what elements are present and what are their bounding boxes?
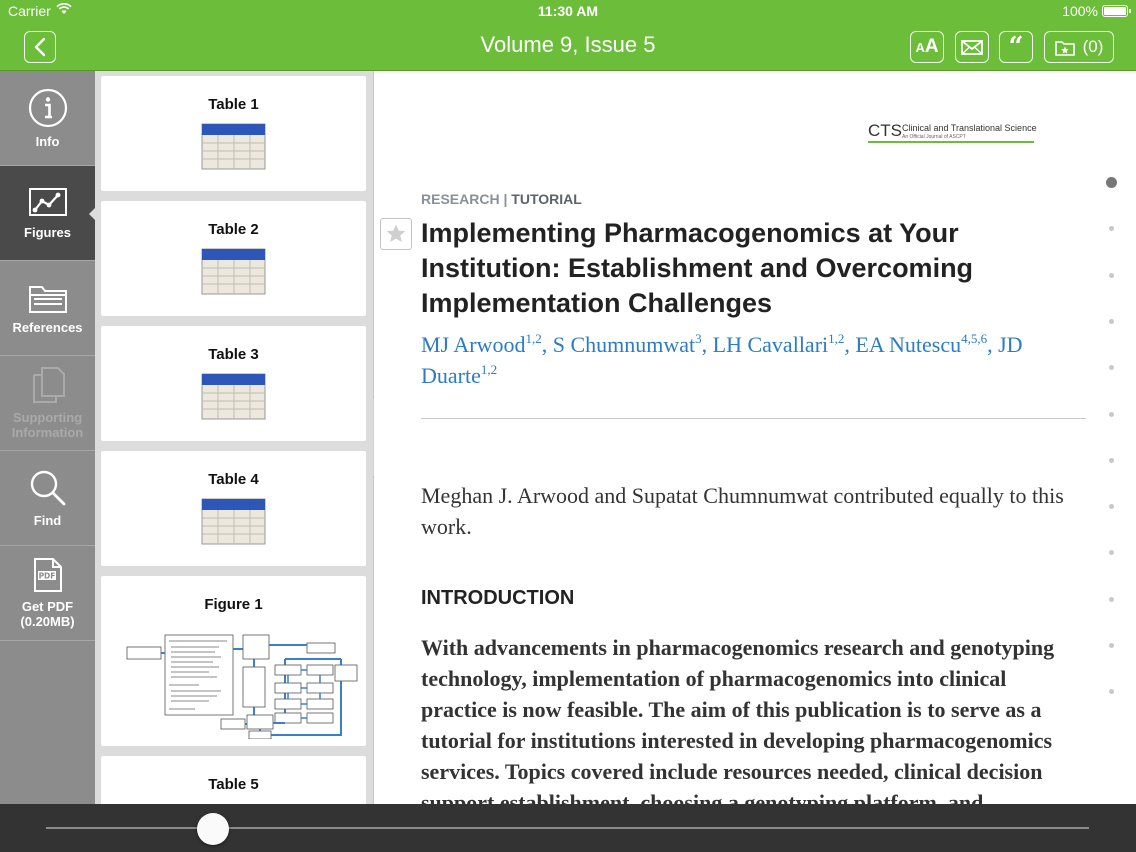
mail-icon (961, 39, 983, 55)
page-indicator[interactable] (1106, 177, 1118, 697)
page-dot[interactable] (1109, 411, 1114, 417)
page-slider-thumb[interactable] (196, 813, 229, 845)
article-title: Implementing Pharmacogenomics at Your In… (421, 218, 974, 318)
page-dot[interactable] (1109, 504, 1114, 510)
chart-icon (28, 187, 67, 216)
table-thumbnail-icon (201, 248, 265, 295)
figure-card-title: Table 5 (208, 776, 259, 793)
figures-panel: Table 1 Table 2 Table 3 Table 4 Figure 1… (95, 71, 373, 804)
sidebar-item-label: Find (33, 512, 62, 528)
section-separator: | (499, 191, 512, 207)
page-dot[interactable] (1106, 177, 1117, 188)
sidebar-item-references[interactable]: References (0, 261, 95, 356)
author-link[interactable]: MJ Arwood1,2 (421, 332, 542, 357)
figure-card-title: Table 3 (208, 346, 259, 363)
text-size-button[interactable]: AA (910, 31, 944, 63)
sidebar-item-label: Get PDF (0.20MB) (20, 599, 75, 629)
header-divider (421, 418, 1086, 419)
journal-logo: CTS Clinical and Translational Science A… (868, 121, 1037, 145)
nav-bar: Volume 9, Issue 5 AA “ (0) (0, 22, 1136, 71)
figure-card-title: Table 1 (208, 96, 259, 113)
pdf-icon: PDF (33, 558, 62, 592)
flowchart-thumbnail-icon (126, 634, 357, 739)
sidebar-item-figures[interactable]: Figures (0, 166, 96, 261)
info-icon (28, 88, 67, 127)
figure-card-figure-1[interactable]: Figure 1 (101, 576, 366, 746)
battery-icon (1102, 5, 1131, 17)
table-thumbnail-icon (201, 373, 265, 420)
copy-icon (32, 367, 65, 403)
abstract-text: With advancements in pharmacogenomics re… (421, 635, 1055, 804)
contribution-note: Meghan J. Arwood and Supatat Chumnumwat … (421, 483, 1064, 539)
author-link[interactable]: S Chumnumwat3 (553, 332, 702, 357)
author-list: MJ Arwood1,2, S Chumnumwat3, LH Cavallar… (421, 331, 1023, 388)
bottom-bar (0, 804, 1136, 852)
text-size-big-label: A (924, 36, 939, 57)
page-dot[interactable] (1109, 272, 1114, 278)
sidebar-item-get-pdf[interactable]: PDF Get PDF (0.20MB) (0, 546, 95, 641)
figure-card-table-2[interactable]: Table 2 (101, 201, 366, 316)
bookmarks-count: (0) (1082, 37, 1104, 56)
text-size-small-label: A (915, 39, 925, 55)
page-dot[interactable] (1109, 596, 1114, 602)
figure-card-table-3[interactable]: Table 3 (101, 326, 366, 441)
page-dot[interactable] (1109, 226, 1114, 232)
article-view: CTS Clinical and Translational Science A… (374, 71, 1136, 804)
figure-card-table-4[interactable]: Table 4 (101, 451, 366, 566)
sidebar-item-supporting-information: Supporting Information (0, 356, 95, 451)
journal-logo-bar (868, 141, 1034, 143)
journal-name: Clinical and Translational Science (902, 123, 1037, 133)
article-section: RESEARCH | TUTORIAL (421, 191, 582, 207)
star-icon (386, 224, 406, 242)
sidebar-item-label: Figures (24, 224, 71, 240)
page-dot[interactable] (1109, 550, 1114, 556)
svg-text:PDF: PDF (38, 572, 55, 581)
bookmarks-button[interactable]: (0) (1044, 31, 1114, 63)
page-dot[interactable] (1109, 365, 1114, 371)
quote-icon: “ (1008, 32, 1024, 62)
star-folder-icon (1054, 40, 1075, 56)
table-thumbnail-icon (201, 498, 265, 545)
battery-percent: 100% (1062, 3, 1098, 19)
figure-card-title: Table 2 (208, 221, 259, 238)
journal-abbr: CTS (868, 121, 902, 140)
search-icon (30, 470, 65, 505)
section-heading: INTRODUCTION (421, 587, 575, 609)
journal-subtitle: An Official Journal of ASCPT (902, 134, 966, 140)
figure-card-table-1[interactable]: Table 1 (101, 76, 366, 191)
sidebar-item-label: Supporting Information (11, 410, 84, 440)
page-dot[interactable] (1109, 318, 1114, 324)
author-link[interactable]: LH Cavallari1,2 (713, 332, 845, 357)
page-dot[interactable] (1109, 457, 1114, 463)
sidebar-item-find[interactable]: Find (0, 451, 95, 546)
author-link[interactable]: EA Nutescu4,5,6 (855, 332, 987, 357)
sidebar: Info Figures References Supporting Infor… (0, 71, 96, 804)
figure-card-title: Table 4 (208, 471, 259, 488)
sidebar-item-label: Info (35, 133, 60, 149)
sidebar-item-label: References (12, 319, 83, 335)
table-thumbnail-icon (201, 123, 265, 170)
email-button[interactable] (955, 31, 989, 63)
favorite-button[interactable] (380, 218, 412, 250)
clock: 11:30 AM (537, 3, 599, 19)
cite-button[interactable]: “ (999, 31, 1033, 63)
folder-icon (28, 285, 67, 313)
figure-card-title: Figure 1 (204, 596, 263, 613)
figure-card-table-5[interactable]: Table 5 (101, 756, 366, 804)
page-dot[interactable] (1109, 643, 1114, 648)
status-bar: Carrier 11:30 AM 100% (0, 0, 1136, 22)
section-type: TUTORIAL (511, 191, 582, 207)
page-dot[interactable] (1109, 689, 1114, 695)
sidebar-item-info[interactable]: Info (0, 71, 95, 166)
section-name: RESEARCH (421, 191, 500, 207)
